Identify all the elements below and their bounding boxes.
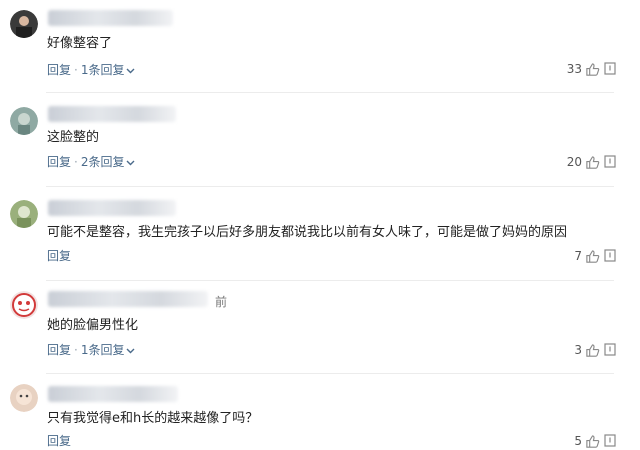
like-count: 33 [566,62,582,76]
reply-button[interactable]: 回复 [47,63,71,77]
thumbs-up-icon[interactable] [585,434,600,449]
reply-row: 回复 [47,248,71,264]
comment-item: 好像整容了 回复 · 1条回复 33 [0,0,640,93]
thumbs-up-icon[interactable] [585,62,600,77]
separator: · [74,155,78,169]
avatar[interactable] [10,200,38,228]
comment-text: 可能不是整容，我生完孩子以后好多朋友都说我比以前有女人味了，可能是做了妈妈的原因 [47,225,568,240]
comment-text: 只有我觉得e和h长的越来越像了吗？ [47,411,259,426]
reply-button[interactable]: 回复 [47,343,71,357]
like-area[interactable]: 3 [574,341,600,359]
thumbs-up-icon[interactable] [585,249,600,264]
separator: · [74,63,78,77]
like-count: 5 [574,434,582,448]
report-icon[interactable] [604,343,616,356]
reply-button[interactable]: 回复 [47,249,71,263]
username-blurred [48,10,173,26]
like-area[interactable]: 7 [574,247,600,265]
username-blurred [48,200,176,216]
thumbs-up-icon[interactable] [585,343,600,358]
comment-text: 她的脸偏男性化 [47,318,139,333]
reply-row: 回复 · 1条回复 [47,342,135,358]
time-suffix: 前 [215,295,228,309]
comment-item: 前 她的脸偏男性化 回复 · 1条回复 3 [0,281,640,374]
reply-row: 回复 · 1条回复 [47,62,135,78]
chevron-down-icon[interactable] [126,160,135,166]
like-area[interactable]: 33 [567,60,600,78]
report-icon[interactable] [604,434,616,447]
comment-text: 好像整容了 [47,36,113,51]
comment-text: 这脸整的 [47,130,100,145]
avatar[interactable] [10,107,38,135]
chevron-down-icon[interactable] [126,68,135,74]
like-area[interactable]: 5 [574,432,600,450]
username-blurred [48,291,208,307]
reply-row: 回复 · 2条回复 [47,154,135,170]
avatar[interactable] [10,291,38,319]
view-replies-button[interactable]: 2条回复 [81,155,125,169]
like-count: 7 [574,249,582,263]
like-count: 20 [566,155,582,169]
reply-button[interactable]: 回复 [47,155,71,169]
avatar[interactable] [10,384,38,412]
like-count: 3 [574,343,582,357]
divider [46,92,614,93]
report-icon[interactable] [604,62,616,75]
comment-item: 只有我觉得e和h长的越来越像了吗？ 回复 5 [0,374,640,448]
chevron-down-icon[interactable] [126,348,135,354]
avatar[interactable] [10,10,38,38]
comment-item: 可能不是整容，我生完孩子以后好多朋友都说我比以前有女人味了，可能是做了妈妈的原因… [0,188,640,281]
reply-row: 回复 [47,433,71,449]
view-replies-button[interactable]: 1条回复 [81,63,125,77]
username-blurred [48,386,178,402]
comment-item: 这脸整的 回复 · 2条回复 20 [0,94,640,187]
view-replies-button[interactable]: 1条回复 [81,343,125,357]
reply-button[interactable]: 回复 [47,434,71,448]
report-icon[interactable] [604,249,616,262]
like-area[interactable]: 20 [567,153,600,171]
divider [46,186,614,187]
separator: · [74,343,78,357]
thumbs-up-icon[interactable] [585,155,600,170]
report-icon[interactable] [604,155,616,168]
username-blurred [48,106,176,122]
